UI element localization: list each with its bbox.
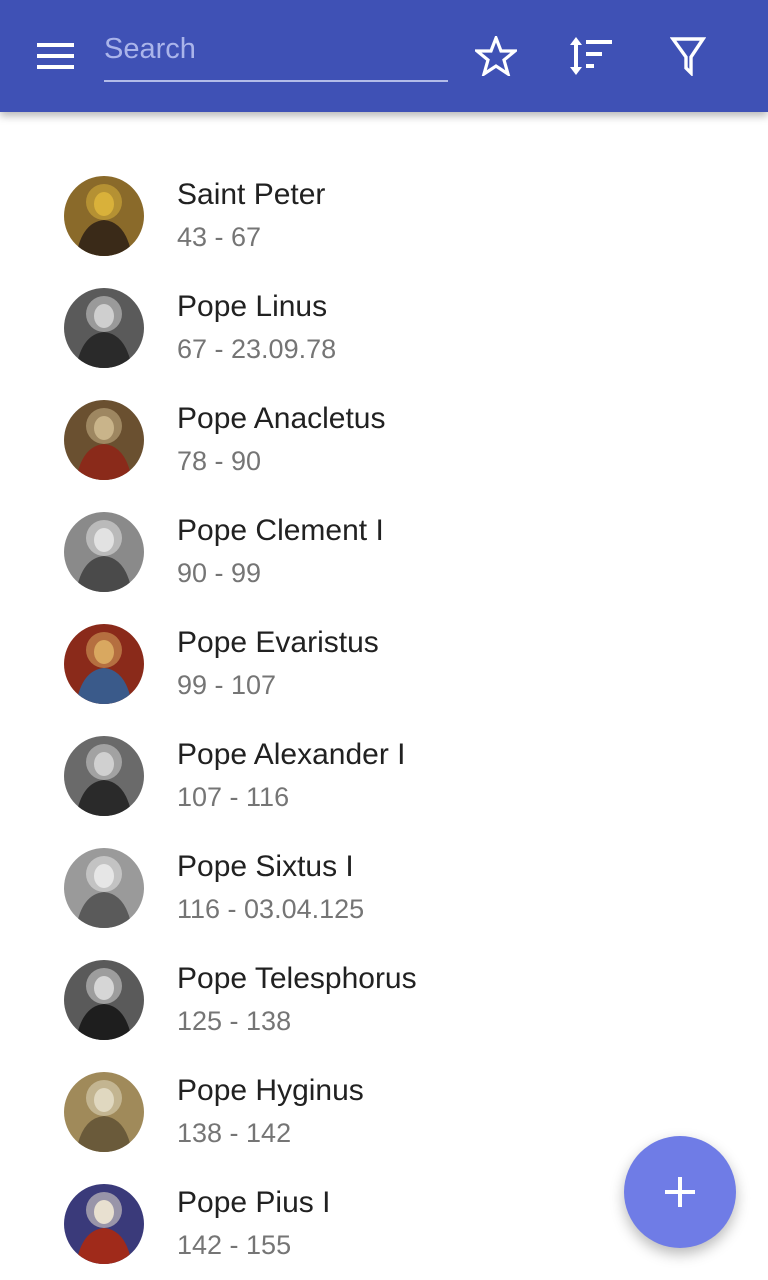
pope-portrait-icon: [64, 176, 144, 256]
pope-list: Saint Peter 43 - 67 Pope Linus 67 - 23.0…: [0, 160, 768, 1280]
pope-name: Pope Pius I: [177, 1186, 331, 1219]
pontificate-dates: 142 - 155: [177, 1230, 292, 1260]
avatar: [64, 960, 144, 1040]
filter-button[interactable]: [660, 30, 716, 82]
pope-name: Saint Peter: [177, 178, 326, 211]
filter-icon: [670, 37, 706, 76]
menu-button[interactable]: [28, 34, 84, 78]
pontificate-dates: 99 - 107: [177, 670, 277, 700]
pope-portrait-icon: [64, 400, 144, 480]
pope-name: Pope Clement I: [177, 514, 384, 547]
avatar: [64, 624, 144, 704]
pontificate-dates: 78 - 90: [177, 446, 262, 476]
star-outline-icon: [475, 36, 517, 76]
pope-name: Pope Telesphorus: [177, 962, 417, 995]
pontificate-dates: 43 - 67: [177, 222, 262, 252]
pontificate-dates: 116 - 03.04.125: [177, 894, 365, 924]
avatar: [64, 512, 144, 592]
search-input[interactable]: [104, 26, 448, 70]
pope-name: Pope Hyginus: [177, 1074, 364, 1107]
pontificate-dates: 107 - 116: [177, 782, 290, 812]
list-item[interactable]: Pope Clement I 90 - 99: [0, 496, 768, 608]
pope-name: Pope Evaristus: [177, 626, 379, 659]
pope-portrait-icon: [64, 1184, 144, 1264]
pope-portrait-icon: [64, 736, 144, 816]
pope-portrait-icon: [64, 848, 144, 928]
pontificate-dates: 125 - 138: [177, 1006, 292, 1036]
add-button[interactable]: [624, 1136, 736, 1248]
list-item[interactable]: Saint Peter 43 - 67: [0, 160, 768, 272]
list-item[interactable]: Pope Anacletus 78 - 90: [0, 384, 768, 496]
avatar: [64, 1184, 144, 1264]
sort-button[interactable]: [563, 30, 619, 82]
hamburger-menu-icon: [37, 43, 74, 69]
avatar: [64, 400, 144, 480]
pope-name: Pope Anacletus: [177, 402, 386, 435]
avatar: [64, 848, 144, 928]
sort-icon: [570, 37, 612, 75]
pope-portrait-icon: [64, 1072, 144, 1152]
avatar: [64, 176, 144, 256]
list-item[interactable]: Pope Alexander I 107 - 116: [0, 720, 768, 832]
avatar: [64, 1072, 144, 1152]
avatar: [64, 288, 144, 368]
pope-name: Pope Sixtus I: [177, 850, 354, 883]
list-item[interactable]: Pope Telesphorus 125 - 138: [0, 944, 768, 1056]
avatar: [64, 736, 144, 816]
pope-portrait-icon: [64, 624, 144, 704]
list-item[interactable]: Pope Evaristus 99 - 107: [0, 608, 768, 720]
pope-name: Pope Linus: [177, 290, 328, 323]
pope-portrait-icon: [64, 288, 144, 368]
pope-name: Pope Alexander I: [177, 738, 406, 771]
pontificate-dates: 138 - 142: [177, 1118, 292, 1148]
app-bar: [0, 0, 768, 112]
plus-icon: [665, 1177, 695, 1207]
pontificate-dates: 67 - 23.09.78: [177, 334, 337, 364]
pontificate-dates: 90 - 99: [177, 558, 262, 588]
pope-portrait-icon: [64, 960, 144, 1040]
search-field[interactable]: [104, 26, 448, 82]
pope-portrait-icon: [64, 512, 144, 592]
list-item[interactable]: Pope Sixtus I 116 - 03.04.125: [0, 832, 768, 944]
list-item[interactable]: Pope Linus 67 - 23.09.78: [0, 272, 768, 384]
favorites-button[interactable]: [468, 30, 524, 82]
